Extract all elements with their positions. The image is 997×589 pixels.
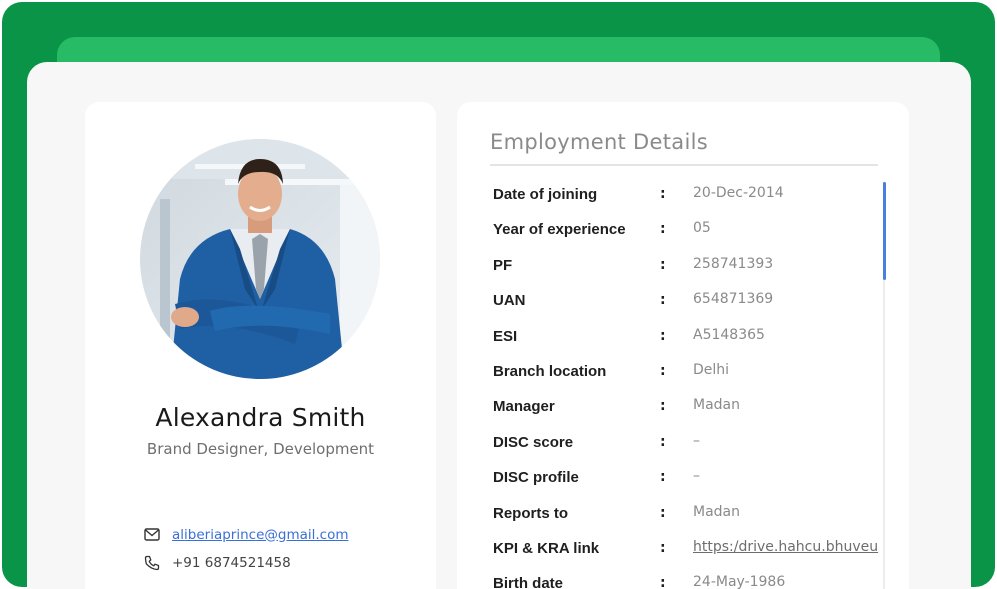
detail-row-disc-profile: DISC profile : – (493, 465, 893, 500)
detail-value: 20-Dec-2014 (693, 185, 784, 201)
detail-label: DISC score (493, 433, 574, 451)
employment-details-card: Employment Details Date of joining : 20-… (457, 102, 909, 589)
detail-label: UAN (493, 292, 526, 310)
detail-value: – (693, 432, 700, 449)
email-link[interactable]: aliberiaprince@gmail.com (172, 527, 349, 543)
detail-separator: : (660, 575, 666, 589)
detail-value: A5148365 (693, 326, 765, 343)
detail-row-disc-score: DISC score : – (493, 430, 893, 465)
detail-value: Delhi (693, 361, 730, 378)
detail-label: Date of joining (493, 186, 598, 203)
detail-value: 258741393 (693, 255, 774, 272)
detail-row-year-of-experience: Year of experience : 05 (493, 217, 893, 252)
detail-label: Birth date (493, 575, 564, 589)
detail-separator: : (660, 292, 666, 309)
detail-separator: : (660, 186, 666, 202)
detail-row-kpi-kra-link: KPI & KRA link : https:/drive.hahcu.bhuv… (493, 536, 893, 571)
kpi-kra-link[interactable]: https:/drive.hahcu.bhuveu (693, 539, 878, 555)
avatar (140, 139, 380, 379)
detail-value: 654871369 (693, 291, 774, 308)
main-panel: Alexandra Smith Brand Designer, Developm… (27, 62, 971, 589)
detail-separator: : (660, 539, 666, 556)
detail-row-uan: UAN : 654871369 (493, 288, 893, 323)
detail-separator: : (660, 362, 666, 379)
detail-label: Branch location (493, 362, 607, 380)
detail-separator: : (660, 504, 666, 521)
profile-card: Alexandra Smith Brand Designer, Developm… (85, 102, 436, 589)
email-row: aliberiaprince@gmail.com (143, 526, 349, 543)
detail-value: 05 (693, 220, 711, 237)
detail-row-manager: Manager : Madan (493, 394, 893, 429)
detail-separator: : (660, 221, 666, 238)
mail-icon (143, 526, 160, 543)
detail-row-pf: PF : 258741393 (493, 253, 893, 288)
detail-row-esi: ESI : A5148365 (493, 324, 893, 359)
detail-row-birth-date: Birth date : 24-May-1986 (493, 571, 893, 589)
detail-label: KPI & KRA link (493, 539, 600, 557)
phone-icon (143, 554, 160, 571)
detail-value: – (693, 468, 700, 485)
detail-separator: : (660, 398, 666, 415)
detail-value: Madan (693, 503, 740, 520)
profile-role: Brand Designer, Development (146, 440, 375, 458)
detail-value: Madan (693, 397, 740, 414)
detail-value: 24-May-1986 (693, 574, 786, 589)
detail-separator: : (660, 256, 666, 273)
detail-row-reports-to: Reports to : Madan (493, 501, 893, 536)
avatar-photo (140, 139, 380, 379)
profile-name: Alexandra Smith (155, 403, 366, 432)
phone-number: +91 6874521458 (172, 554, 291, 571)
section-title: Employment Details (490, 130, 708, 154)
divider (490, 164, 878, 166)
detail-label: ESI (493, 327, 518, 345)
detail-label: DISC profile (493, 469, 579, 487)
phone-row: +91 6874521458 (143, 554, 291, 571)
detail-label: Year of experience (493, 221, 626, 239)
detail-separator: : (660, 469, 666, 486)
detail-separator: : (660, 327, 666, 344)
detail-label: PF (493, 256, 513, 274)
detail-separator: : (660, 433, 666, 450)
detail-label: Reports to (493, 504, 568, 522)
detail-label: Manager (493, 398, 555, 416)
detail-row-date-of-joining: Date of joining : 20-Dec-2014 (493, 182, 893, 217)
details-list: Date of joining : 20-Dec-2014 Year of ex… (493, 182, 893, 589)
detail-row-branch-location: Branch location : Delhi (493, 359, 893, 394)
scrollbar-thumb[interactable] (883, 182, 886, 280)
